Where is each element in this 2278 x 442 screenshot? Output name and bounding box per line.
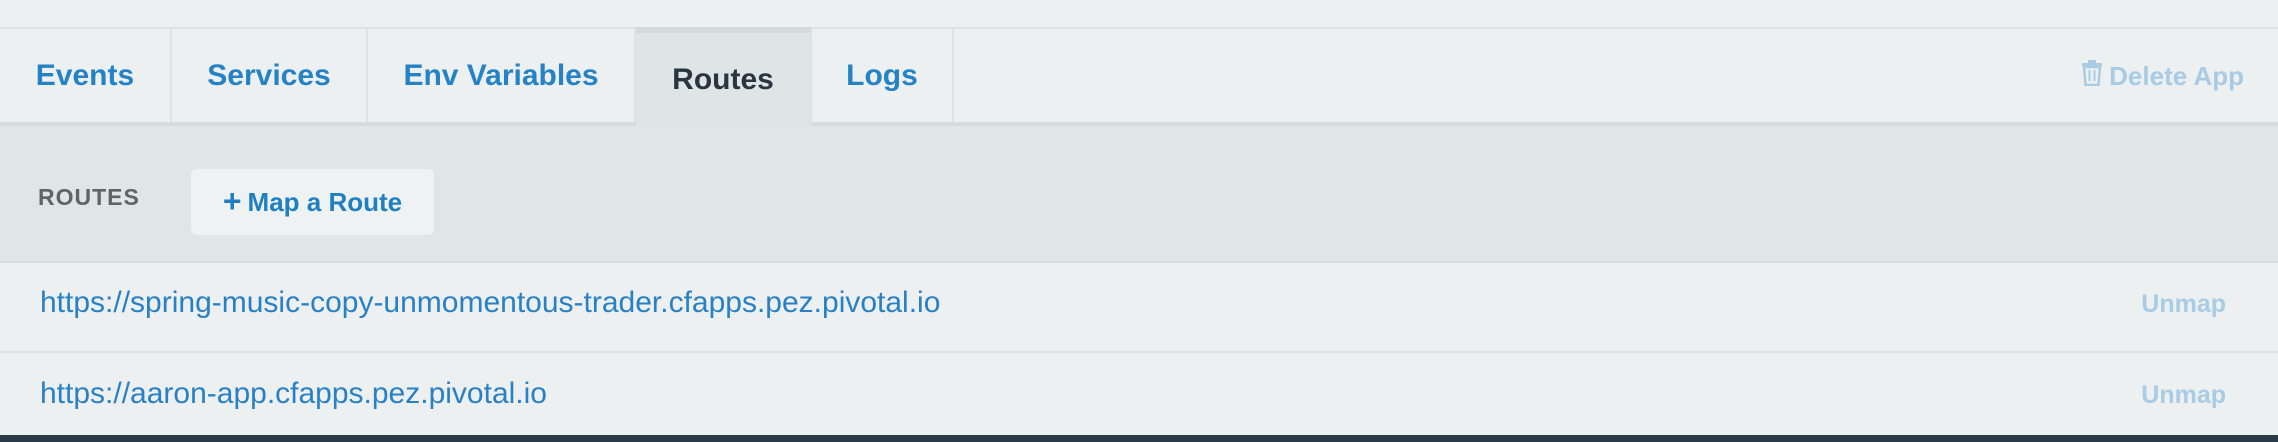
tab-routes-label: Routes (672, 62, 774, 96)
tab-logs-label: Logs (846, 58, 918, 92)
plus-icon: + (222, 182, 242, 219)
routes-header: ROUTES + Map a Route (0, 126, 2278, 263)
tab-env-variables[interactable]: Env Variables (368, 29, 636, 122)
delete-app-label: Delete App (2109, 61, 2244, 91)
bottom-border (0, 435, 2278, 442)
tab-routes[interactable]: Routes (636, 27, 812, 126)
routes-section-title: ROUTES (38, 184, 140, 210)
route-url-link[interactable]: https://spring-music-copy-unmomentous-tr… (40, 286, 940, 320)
route-row: https://aaron-app.cfapps.pez.pivotal.io … (0, 353, 2278, 435)
tab-events[interactable]: Events (0, 29, 172, 122)
map-route-label: Map a Route (247, 186, 403, 217)
app-tab-bar: Events Services Env Variables Routes Log… (0, 27, 2278, 126)
unmap-button[interactable]: Unmap (2141, 290, 2226, 319)
route-url-link[interactable]: https://aaron-app.cfapps.pez.pivotal.io (40, 377, 547, 411)
delete-app-button[interactable]: Delete App (2081, 60, 2244, 93)
route-row: https://spring-music-copy-unmomentous-tr… (0, 263, 2278, 353)
tab-events-label: Events (35, 58, 135, 92)
map-route-button[interactable]: + Map a Route (191, 169, 434, 235)
unmap-button[interactable]: Unmap (2141, 381, 2226, 410)
app-routes-page: Events Services Env Variables Routes Log… (0, 0, 2278, 442)
tab-env-variables-label: Env Variables (403, 58, 599, 92)
tab-services-label: Services (207, 58, 331, 92)
trash-icon (2081, 60, 2103, 93)
tab-services[interactable]: Services (172, 29, 368, 122)
tab-logs[interactable]: Logs (812, 29, 954, 122)
